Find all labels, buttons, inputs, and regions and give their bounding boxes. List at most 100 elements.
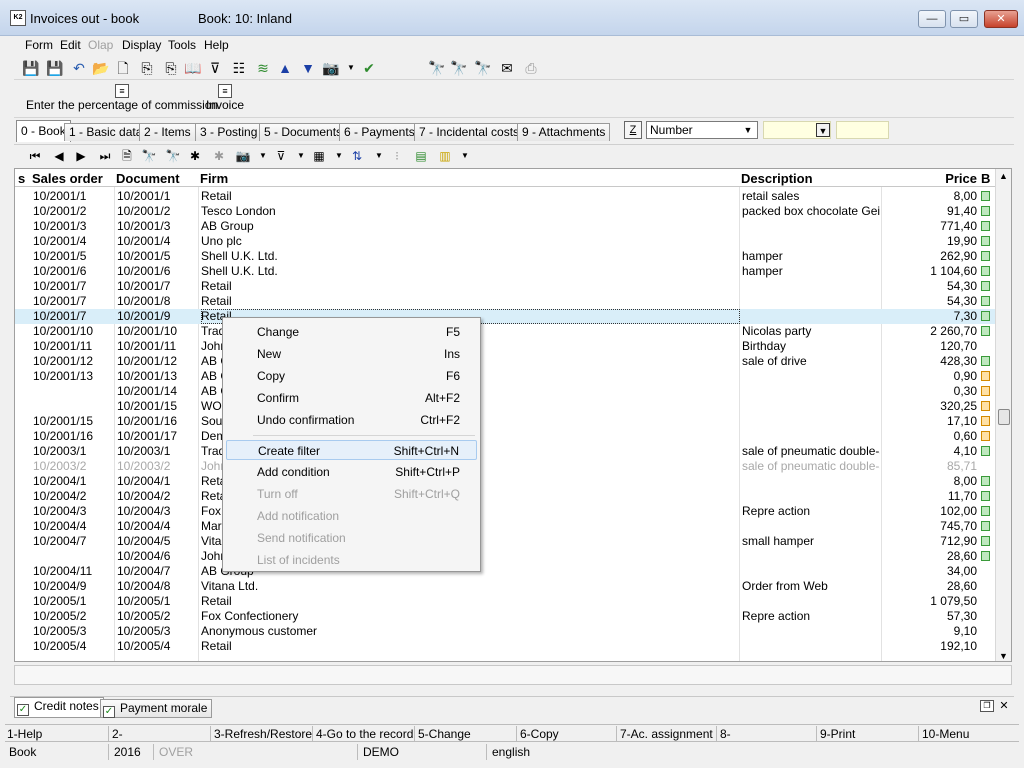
table-row[interactable]: 10/2004/4 10/2004/4 Marg 745,70 (15, 519, 995, 534)
fkey-print[interactable]: 9-Print (818, 726, 919, 742)
filter-list-icon[interactable]: ☷ (230, 59, 248, 77)
menu-help[interactable]: Help (204, 38, 229, 52)
fkey-goto[interactable]: 4-Go to the record (314, 726, 415, 742)
context-menu-item-change[interactable]: Change F5 (226, 322, 477, 342)
sort-direction-button[interactable]: Z (624, 121, 642, 139)
copy-document-icon[interactable]: ⎘ (138, 59, 156, 77)
column-header-b[interactable]: B (981, 171, 990, 186)
scroll-thumb[interactable] (998, 409, 1010, 425)
table-row[interactable]: 10/2005/1 10/2005/1 Retail 1 079,50 (15, 594, 995, 609)
menu-display[interactable]: Display (122, 38, 161, 52)
scroll-down-icon[interactable]: ▼ (999, 651, 1008, 661)
tab-items[interactable]: 2 - Items (139, 123, 196, 141)
table-row[interactable]: 10/2005/2 10/2005/2 Fox Confectionery Repre… (15, 609, 995, 624)
menu-edit[interactable]: Edit (60, 38, 81, 52)
table-row[interactable]: 10/2001/10 10/2001/10 Trad Nicolas party 2 2… (15, 324, 995, 339)
column-header-sales-order[interactable]: Sales order (32, 171, 103, 186)
menu-form[interactable]: Form (25, 38, 53, 52)
table-row[interactable]: 10/2001/15 WOR 320,25 (15, 399, 995, 414)
search-field[interactable] (836, 121, 889, 139)
table-row[interactable]: 10/2003/2 10/2003/2 John sale of pneumatic … (15, 459, 995, 474)
new-document-icon[interactable]: 🗋 (114, 59, 132, 77)
table-row[interactable]: 10/2001/6 10/2001/6 Shell U.K. Ltd. hamper 1… (15, 264, 995, 279)
camera-icon[interactable]: 📷 (322, 59, 340, 77)
tab-payment-morale[interactable]: ✓ Payment morale (100, 699, 213, 718)
fkey-assignment[interactable]: 7-Ac. assignment an (618, 726, 717, 742)
paste-document-icon[interactable]: ⎘ (162, 59, 180, 77)
add-star-icon[interactable]: ✱ (186, 147, 204, 165)
table-row[interactable]: 10/2001/7 10/2001/7 Retail 54,30 (15, 279, 995, 294)
first-record-icon[interactable]: ⏮ (26, 147, 44, 165)
document-info-icon[interactable]: 🗎 (118, 147, 136, 165)
tab-basic-data[interactable]: 1 - Basic data (64, 123, 148, 141)
tab-credit-notes[interactable]: ✓ Credit notes (14, 697, 104, 718)
table-row[interactable]: 10/2004/6 John 28,60 (15, 549, 995, 564)
save-icon[interactable]: 💾 (22, 59, 40, 77)
camera-icon[interactable]: 📷 (234, 147, 252, 165)
table-row[interactable]: 10/2001/11 10/2001/11 John Birthday 120,70 (15, 339, 995, 354)
tab-book[interactable]: 0 - Book (16, 120, 71, 142)
table-row[interactable]: 10/2004/3 10/2004/3 Fox Repre action 102,00 (15, 504, 995, 519)
fkey-help[interactable]: 1-Help (5, 726, 109, 742)
prev-record-icon[interactable]: ◀ (50, 147, 68, 165)
export-icon[interactable]: ▤ (412, 147, 430, 165)
print-icon[interactable]: ⎙ (522, 59, 540, 77)
binoculars-icon[interactable]: 🔭 (140, 147, 158, 165)
next-record-icon[interactable]: ▶ (72, 147, 90, 165)
context-menu-item-confirm[interactable]: Confirm Alt+F2 (226, 388, 477, 408)
invoice-button[interactable]: ≡ Invoice (206, 84, 244, 112)
tab-incidental-costs[interactable]: 7 - Incidental costs (414, 123, 525, 141)
table-row[interactable]: 10/2001/13 10/2001/13 AB G 0,90 (15, 369, 995, 384)
sort-select[interactable]: Number ▼ (646, 121, 758, 139)
column-header-description[interactable]: Description (741, 171, 813, 186)
minimize-button[interactable]: — (918, 10, 946, 28)
filter-icon[interactable]: ⊽ (272, 147, 290, 165)
mail-icon[interactable]: ✉ (498, 59, 516, 77)
layout-icon[interactable]: ▦ (310, 147, 328, 165)
binoculars-icon[interactable]: 🔭 (428, 59, 446, 77)
last-record-icon[interactable]: ⏭ (96, 147, 114, 165)
remove-icon[interactable]: ✱ (210, 147, 228, 165)
table-row[interactable]: 10/2001/7 10/2001/9 Retail 7,30 (15, 309, 995, 324)
close-icon[interactable]: ✕ (997, 700, 1011, 712)
tab-attachments[interactable]: 9 - Attachments (517, 123, 611, 141)
fkey-menu[interactable]: 10-Menu (920, 726, 1019, 742)
column-header-document[interactable]: Document (116, 171, 180, 186)
checkbox-checked-icon[interactable]: ✓ (17, 704, 29, 716)
tab-documents[interactable]: 5 - Documents (259, 123, 348, 141)
fkey-refresh[interactable]: 3-Refresh/Restore (212, 726, 313, 742)
sort-dropdown-icon[interactable]: ▼ (370, 147, 388, 165)
context-menu-item-undo-confirmation[interactable]: Undo confirmation Ctrl+F2 (226, 410, 477, 430)
table-row[interactable]: 10/2001/7 10/2001/8 Retail 54,30 (15, 294, 995, 309)
table-row[interactable]: 10/2001/4 10/2001/4 Uno plc 19,90 (15, 234, 995, 249)
find-prev-icon[interactable]: 🔭 (474, 59, 492, 77)
columns-icon[interactable]: ⁝ (388, 147, 406, 165)
commission-button[interactable]: ≡ Enter the percentage of commission (26, 84, 218, 112)
find-gray-icon[interactable]: 🔭 (164, 147, 182, 165)
fkey-2[interactable]: 2- (110, 726, 211, 742)
camera-dropdown-icon[interactable]: ▼ (254, 147, 272, 165)
filter-icon[interactable]: ⊽ (206, 59, 224, 77)
restore-icon[interactable]: ❐ (980, 700, 994, 712)
menu-tools[interactable]: Tools (168, 38, 196, 52)
maximize-button[interactable]: ▭ (950, 10, 978, 28)
arrow-up-icon[interactable]: ▲ (276, 59, 294, 77)
table-row[interactable]: 10/2004/2 10/2004/2 Reta 11,70 (15, 489, 995, 504)
fkey-8[interactable]: 8- (718, 726, 817, 742)
find-next-icon[interactable]: 🔭 (450, 59, 468, 77)
arrow-down-icon[interactable]: ▼ (299, 59, 317, 77)
book-icon[interactable]: 📖 (184, 59, 202, 77)
table-row[interactable]: 10/2005/4 10/2005/4 Retail 192,10 (15, 639, 995, 654)
close-button[interactable]: ✕ (984, 10, 1018, 28)
report-dropdown-icon[interactable]: ▼ (456, 147, 474, 165)
fkey-copy[interactable]: 6-Copy (518, 726, 617, 742)
fkey-change[interactable]: 5-Change (416, 726, 517, 742)
column-header-s[interactable]: s (18, 171, 25, 186)
table-row[interactable]: 10/2001/16 10/2001/17 Dem 0,60 (15, 429, 995, 444)
table-row[interactable]: 10/2001/12 10/2001/12 AB Gsale of drive 428… (15, 354, 995, 369)
sort-icon[interactable]: ⇅ (348, 147, 366, 165)
filter-dropdown-icon[interactable]: ▼ (292, 147, 310, 165)
column-header-firm[interactable]: Firm (200, 171, 228, 186)
open-folder-icon[interactable]: 📂 (92, 59, 110, 77)
save-as-icon[interactable]: 💾 (46, 59, 64, 77)
